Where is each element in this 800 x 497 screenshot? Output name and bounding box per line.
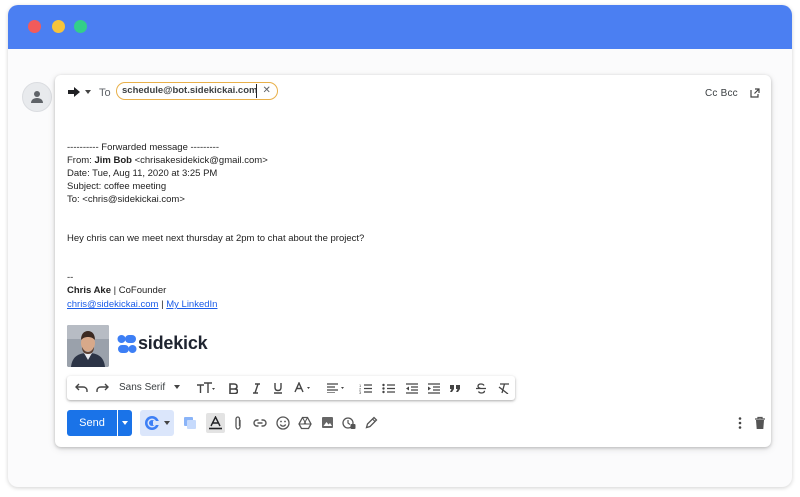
title-bar [8, 5, 792, 49]
emoji-icon[interactable] [276, 416, 290, 430]
signature-photo [67, 325, 109, 367]
app-window: To schedule@bot.sidekickai.com ✕ Cc Bcc -… [8, 5, 792, 487]
person-icon [31, 91, 43, 103]
to-input[interactable] [256, 84, 257, 98]
linkedin-link[interactable]: My LinkedIn [166, 299, 217, 310]
sidekick-wordmark: sidekick [138, 333, 208, 353]
signature-name: Chris Ake [67, 285, 111, 296]
chevron-down-icon [173, 385, 180, 390]
formatting-toolbar: Sans Serif 123 [67, 376, 515, 400]
cc-bcc-link[interactable]: Cc Bcc [705, 88, 738, 99]
undo-button[interactable] [73, 380, 89, 396]
link-icon[interactable] [253, 416, 267, 430]
drive-icon[interactable] [298, 416, 312, 430]
from-email: <chrisakesidekick@gmail.com> [131, 155, 268, 166]
attach-icon[interactable] [233, 416, 243, 430]
from-label: From: [67, 155, 95, 166]
compose-actions-bar: Send [67, 410, 767, 438]
confidential-icon[interactable] [342, 416, 356, 430]
redo-button[interactable] [94, 380, 110, 396]
minimize-window-button[interactable] [52, 20, 65, 33]
maximize-window-button[interactable] [74, 20, 87, 33]
quote-button[interactable] [447, 380, 463, 396]
compose-header: To schedule@bot.sidekickai.com ✕ Cc Bcc [55, 75, 771, 111]
indent-less-button[interactable] [403, 380, 419, 396]
recipient-chip[interactable]: schedule@bot.sidekickai.com ✕ [116, 82, 278, 100]
person-photo-icon [67, 325, 109, 367]
strikethrough-icon [476, 382, 486, 394]
chevron-down-icon [164, 421, 170, 425]
remove-formatting-button[interactable] [496, 380, 512, 396]
avatar[interactable] [22, 82, 52, 112]
recipient-email: schedule@bot.sidekickai.com [122, 85, 258, 96]
send-button[interactable]: Send [67, 410, 117, 436]
remove-recipient-icon[interactable]: ✕ [262, 85, 270, 96]
remove-formatting-icon [498, 382, 509, 394]
sidekick-extension-button[interactable] [140, 410, 174, 436]
align-icon [327, 383, 344, 393]
signature-icon[interactable] [365, 416, 378, 429]
text-color-icon [294, 382, 310, 393]
close-window-button[interactable] [28, 20, 41, 33]
bold-icon [228, 382, 238, 394]
indent-less-icon [405, 382, 418, 394]
underline-icon [274, 383, 282, 394]
indent-more-button[interactable] [425, 380, 441, 396]
send-label: Send [79, 417, 105, 429]
indent-more-icon [427, 382, 440, 394]
from-line: From: Jim Bob <chrisakesidekick@gmail.co… [67, 155, 268, 166]
font-select-value: Sans Serif [119, 382, 166, 393]
strikethrough-button[interactable] [473, 380, 489, 396]
underline-button[interactable] [271, 380, 285, 396]
reply-type-dropdown[interactable] [85, 90, 91, 94]
numbered-list-icon: 123 [359, 383, 372, 394]
quote-icon [450, 384, 460, 392]
sidekick-logo-icon [117, 335, 137, 353]
from-name: Jim Bob [94, 155, 132, 166]
svg-text:3: 3 [359, 390, 362, 394]
formatting-icon [209, 416, 222, 430]
bold-button[interactable] [226, 380, 240, 396]
date-line: Date: Tue, Aug 11, 2020 at 3:25 PM [67, 168, 218, 179]
send-options-button[interactable] [118, 410, 132, 436]
font-select[interactable]: Sans Serif [119, 382, 180, 393]
signature-title: | CoFounder [111, 285, 167, 296]
formatting-options-button[interactable] [206, 413, 225, 433]
redo-icon [95, 383, 109, 392]
italic-button[interactable] [249, 380, 263, 396]
more-options-icon[interactable] [737, 416, 743, 430]
undo-icon [74, 383, 88, 392]
bulleted-list-button[interactable] [380, 380, 396, 396]
signature-dash: -- [67, 272, 74, 283]
italic-icon [252, 382, 260, 394]
message-text: Hey chris can we meet next thursday at 2… [67, 233, 365, 244]
subject-line: Subject: coffee meeting [67, 181, 167, 192]
compose-window: To schedule@bot.sidekickai.com ✕ Cc Bcc -… [55, 75, 771, 447]
signature-email-link[interactable]: chris@sidekickai.com [67, 299, 158, 310]
bulleted-list-icon [381, 383, 395, 393]
chevron-down-icon [122, 421, 128, 425]
text-size-icon [197, 382, 215, 393]
text-size-button[interactable] [193, 380, 219, 396]
forwarded-header: ---------- Forwarded message --------- [67, 142, 219, 153]
popout-icon[interactable] [750, 88, 760, 98]
trash-icon[interactable] [754, 416, 766, 430]
numbered-list-button[interactable]: 123 [357, 380, 373, 396]
to-line: To: <chris@sidekickai.com> [67, 194, 185, 205]
text-color-button[interactable] [293, 380, 315, 396]
photo-icon[interactable] [321, 416, 334, 429]
align-button[interactable] [325, 380, 349, 396]
sidekick-c-icon [145, 416, 159, 430]
signature-name-line: Chris Ake | CoFounder [67, 285, 166, 296]
to-label: To [99, 87, 111, 99]
forward-icon[interactable] [67, 86, 81, 98]
signature-links: chris@sidekickai.com | My LinkedIn [67, 299, 217, 310]
layers-icon[interactable] [183, 416, 197, 430]
